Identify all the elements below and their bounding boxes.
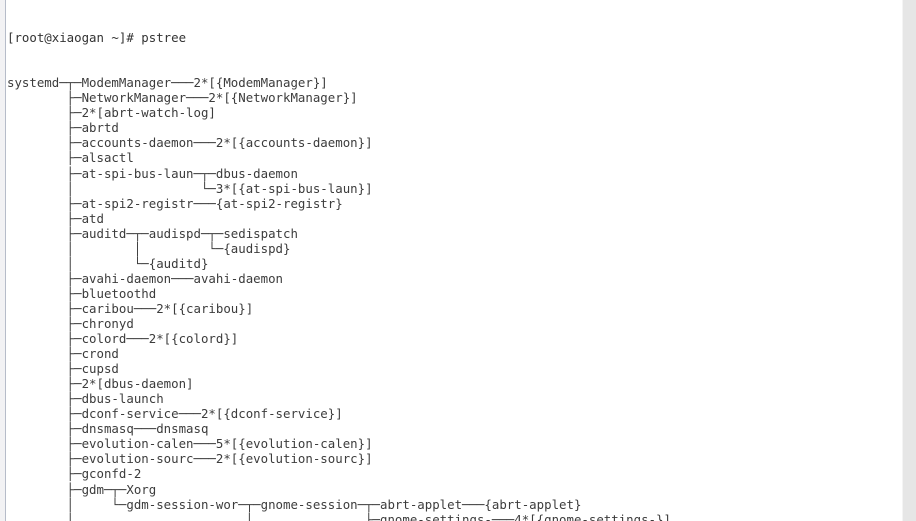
pstree-line: ├─evolution-calen───5*[{evolution-calen}…	[7, 436, 373, 452]
pstree-line: ├─abrtd	[7, 120, 119, 136]
pstree-line: ├─evolution-sourc───2*[{evolution-sourc}…	[7, 451, 373, 467]
terminal-window[interactable]: [root@xiaogan ~]# pstree systemd─┬─Modem…	[0, 0, 916, 521]
pstree-line: ├─auditd─┬─audispd─┬─sedispatch	[7, 225, 298, 241]
pstree-line: ├─atd	[7, 210, 104, 226]
pstree-line: ├─gdm─┬─Xorg	[7, 481, 157, 497]
pstree-output: systemd─┬─ModemManager───2*[{ModemManage…	[7, 75, 902, 521]
vertical-scrollbar[interactable]	[902, 0, 916, 521]
pstree-line: ├─colord───2*[{colord}]	[7, 331, 239, 347]
pstree-line: ├─NetworkManager───2*[{NetworkManager}]	[7, 90, 358, 106]
pstree-line: │ │ └─{audispd}	[7, 240, 291, 256]
pstree-line: ├─alsactl	[7, 150, 134, 166]
pstree-line: ├─avahi-daemon───avahi-daemon	[7, 270, 284, 286]
pstree-line: ├─accounts-daemon───2*[{accounts-daemon}…	[7, 135, 373, 151]
pstree-line: ├─gconfd-2	[7, 466, 142, 482]
pstree-line: ├─caribou───2*[{caribou}]	[7, 300, 254, 316]
pstree-line: ├─bluetoothd	[7, 285, 157, 301]
pstree-line: ├─crond	[7, 346, 119, 362]
pstree-line: │ └─gdm-session-wor─┬─gnome-session─┬─ab…	[7, 496, 582, 512]
pstree-line: ├─at-spi-bus-laun─┬─dbus-daemon	[7, 165, 298, 181]
shell-prompt-line: [root@xiaogan ~]# pstree	[7, 30, 187, 46]
pstree-line: systemd─┬─ModemManager───2*[{ModemManage…	[7, 75, 328, 91]
terminal-output-area[interactable]: [root@xiaogan ~]# pstree systemd─┬─Modem…	[7, 0, 902, 521]
pstree-line: │ │ ├─gnome-settings-───4*[{gnome-settin…	[7, 511, 671, 521]
pstree-line: ├─dconf-service───2*[{dconf-service}]	[7, 406, 343, 422]
pstree-line: │ └─3*[{at-spi-bus-laun}]	[7, 180, 373, 196]
pstree-line: ├─chronyd	[7, 315, 134, 331]
pstree-line: ├─at-spi2-registr───{at-spi2-registr}	[7, 195, 343, 211]
pstree-line: ├─cupsd	[7, 361, 119, 377]
pstree-line: ├─dbus-launch	[7, 391, 164, 407]
pstree-line: ├─2*[abrt-watch-log]	[7, 105, 216, 121]
pstree-line: ├─dnsmasq───dnsmasq	[7, 421, 209, 437]
window-left-border	[0, 0, 6, 521]
pstree-line: ├─2*[dbus-daemon]	[7, 376, 194, 392]
pstree-line: │ └─{auditd}	[7, 255, 209, 271]
